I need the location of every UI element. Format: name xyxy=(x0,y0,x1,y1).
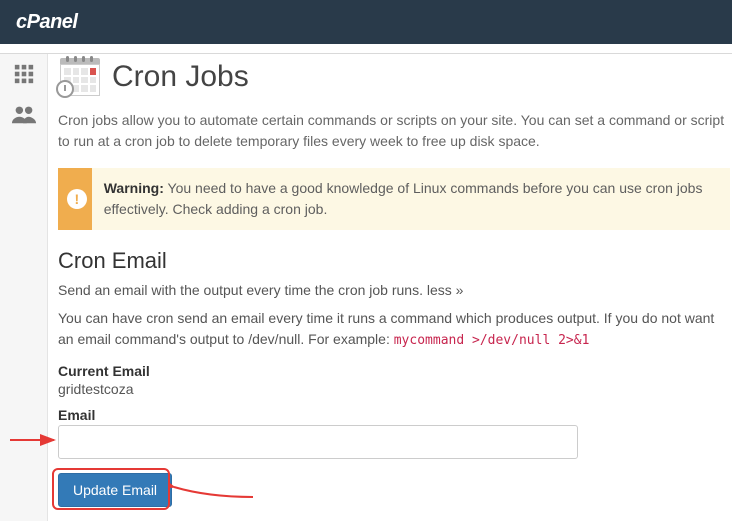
warning-icon: ! xyxy=(62,168,92,230)
page-header: Cron Jobs xyxy=(58,58,730,96)
apps-grid-icon[interactable] xyxy=(10,62,38,86)
page-title: Cron Jobs xyxy=(112,60,249,94)
cron-email-desc2-text: You can have cron send an email every ti… xyxy=(58,310,714,347)
brand-logo: cPanel xyxy=(16,11,77,34)
warning-body: You need to have a good knowledge of Lin… xyxy=(104,180,703,217)
email-input[interactable] xyxy=(58,425,578,459)
cron-email-code: mycommand >/dev/null 2>&1 xyxy=(394,333,590,348)
top-navbar: cPanel xyxy=(0,0,732,44)
email-label: Email xyxy=(58,407,730,423)
cron-email-desc2: You can have cron send an email every ti… xyxy=(58,308,730,351)
sidebar xyxy=(0,54,48,521)
cron-email-desc: Send an email with the output every time… xyxy=(58,282,730,298)
cron-calendar-icon xyxy=(58,58,102,96)
main-content: Cron Jobs Cron jobs allow you to automat… xyxy=(48,54,732,521)
users-icon[interactable] xyxy=(10,102,38,126)
shell: Cron Jobs Cron jobs allow you to automat… xyxy=(0,54,732,521)
update-email-button[interactable]: Update Email xyxy=(58,473,172,507)
intro-text: Cron jobs allow you to automate certain … xyxy=(58,110,730,152)
sub-navbar xyxy=(0,44,732,54)
current-email-label: Current Email xyxy=(58,363,730,379)
warning-text: Warning: You need to have a good knowled… xyxy=(92,168,730,230)
current-email-value: gridtestcoza xyxy=(58,381,730,397)
warning-alert: ! Warning: You need to have a good knowl… xyxy=(58,168,730,230)
cron-email-title: Cron Email xyxy=(58,248,730,274)
warning-prefix: Warning: xyxy=(104,180,164,196)
